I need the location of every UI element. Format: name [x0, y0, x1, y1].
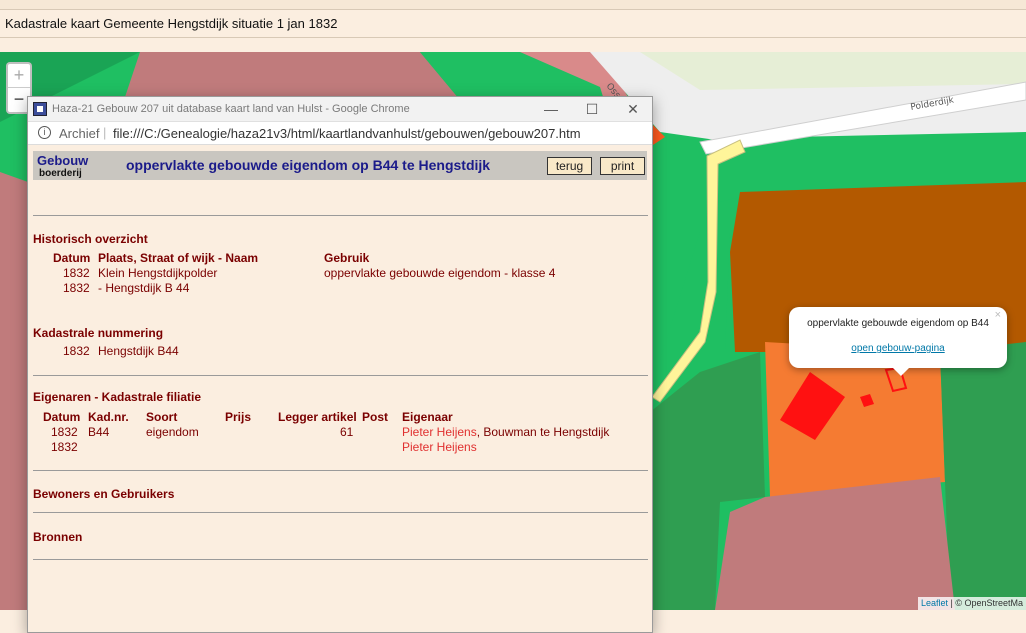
- divider: [33, 559, 648, 560]
- eigenaren-row-kadnr: B44: [88, 425, 110, 439]
- col-header-gebruik: Gebruik: [324, 251, 370, 265]
- eigenaren-row-datum: 1832: [51, 425, 78, 439]
- eigenaar-detail: , Bouwman te Hengstdijk: [476, 425, 610, 439]
- document-subtype: boerderij: [39, 168, 82, 179]
- top-strip: [0, 0, 1026, 10]
- section-kadastraal-heading: Kadastrale nummering: [33, 326, 164, 340]
- site-favicon-icon: [33, 102, 47, 116]
- address-bar[interactable]: i Archief | file:///C:/Genealogie/haza21…: [28, 122, 652, 145]
- col-header-eigenaar: Eigenaar: [402, 410, 453, 424]
- attribution-text: | © OpenStreetMa: [947, 598, 1023, 608]
- section-historisch-heading: Historisch overzicht: [33, 232, 148, 246]
- eigenaar-link[interactable]: Pieter Heijens: [402, 425, 477, 439]
- eigenaren-row-soort: eigendom: [146, 425, 199, 439]
- popup-open-link[interactable]: open gebouw-pagina: [789, 343, 1007, 354]
- historisch-row-datum: 1832: [63, 266, 90, 280]
- eigenaren-row-datum: 1832: [51, 440, 78, 454]
- divider: [33, 470, 648, 471]
- document-type: Gebouw: [37, 153, 89, 168]
- popup-browser-window: Haza-21 Gebouw 207 uit database kaart la…: [27, 96, 653, 633]
- info-icon[interactable]: i: [38, 126, 51, 139]
- map-parcel: [640, 52, 1026, 90]
- popup-tip: [893, 368, 909, 376]
- historisch-row-datum: 1832: [63, 281, 90, 295]
- close-button[interactable]: ✕: [618, 100, 648, 118]
- document-header: Gebouw boerderij oppervlakte gebouwde ei…: [33, 151, 647, 180]
- back-button[interactable]: terug: [547, 157, 592, 175]
- eigenaar-link[interactable]: Pieter Heijens: [402, 440, 477, 454]
- maximize-button[interactable]: ☐: [577, 100, 607, 118]
- leaflet-link[interactable]: Leaflet: [921, 598, 948, 608]
- section-bewoners-heading: Bewoners en Gebruikers: [33, 487, 175, 501]
- address-separator: |: [103, 125, 107, 140]
- section-bronnen-heading: Bronnen: [33, 530, 83, 544]
- historisch-row-plaats: - Hengstdijk B 44: [98, 281, 190, 295]
- print-button[interactable]: print: [600, 157, 645, 175]
- minimize-button[interactable]: —: [536, 100, 566, 118]
- popup-title: oppervlakte gebouwde eigendom op B44: [807, 318, 989, 329]
- zoom-in-button[interactable]: +: [8, 64, 30, 88]
- eigenaren-row-legger: 61: [340, 425, 354, 439]
- col-header-datum: Datum: [53, 251, 91, 265]
- eigenaren-row-eigenaar: Pieter Heijens: [402, 440, 477, 454]
- divider: [33, 215, 648, 216]
- divider: [33, 375, 648, 376]
- window-title: Haza-21 Gebouw 207 uit database kaart la…: [52, 103, 410, 115]
- historisch-row-plaats: Klein Hengstdijkpolder: [98, 266, 218, 280]
- address-url[interactable]: file:///C:/Genealogie/haza21v3/html/kaar…: [113, 126, 581, 141]
- map-popup: × oppervlakte gebouwde eigendom op B44 o…: [789, 307, 1007, 376]
- col-header-prijs: Prijs: [225, 410, 252, 424]
- map-parcel: [0, 172, 28, 610]
- historisch-row-gebruik: oppervlakte gebouwde eigendom - klasse 4: [324, 266, 556, 280]
- section-eigenaren-heading: Eigenaren - Kadastrale filiatie: [33, 390, 202, 404]
- eigenaren-row-eigenaar: Pieter Heijens, Bouwman te Hengstdijk: [402, 425, 609, 439]
- col-header-legger: Legger artikel: [278, 410, 357, 424]
- kadastraal-row-datum: 1832: [63, 344, 90, 358]
- col-header-soort: Soort: [146, 410, 178, 424]
- page-content: Gebouw boerderij oppervlakte gebouwde ei…: [28, 145, 652, 625]
- address-label: Archief: [59, 126, 100, 141]
- col-header-plaats: Plaats, Straat of wijk - Naam: [98, 251, 259, 265]
- page-title: Kadastrale kaart Gemeente Hengstdijk sit…: [0, 10, 1026, 38]
- window-titlebar: Haza-21 Gebouw 207 uit database kaart la…: [28, 97, 652, 122]
- divider: [33, 512, 648, 513]
- document-title: oppervlakte gebouwde eigendom op B44 te …: [126, 157, 491, 173]
- map-parcel: [940, 342, 1026, 610]
- col-header-kadnr: Kad.nr.: [88, 410, 129, 424]
- col-header-post: Post: [362, 410, 389, 424]
- col-header-datum: Datum: [43, 410, 81, 424]
- kadastraal-row-naam: Hengstdijk B44: [98, 344, 179, 358]
- popup-close-icon[interactable]: ×: [995, 309, 1001, 321]
- map-attribution: Leaflet | © OpenStreetMa: [917, 597, 1026, 610]
